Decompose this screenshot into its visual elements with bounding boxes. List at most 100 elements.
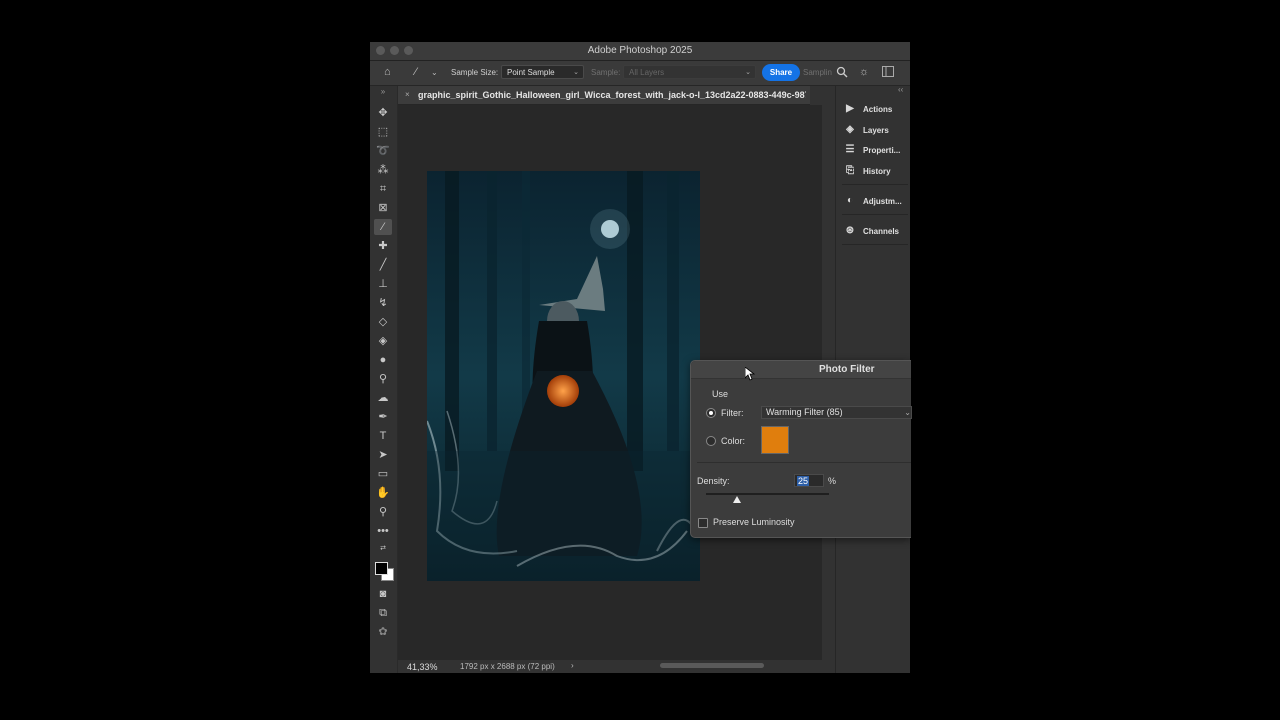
zoom-level[interactable]: 41,33% [407, 662, 438, 672]
marquee-tool-icon[interactable]: ⬚ [374, 124, 392, 140]
dialog-title: Photo Filter [819, 364, 875, 375]
density-slider-thumb[interactable] [732, 496, 741, 503]
chevron-down-icon: ⌄ [904, 408, 911, 417]
search-icon[interactable] [836, 66, 848, 81]
screen-mode-icon[interactable]: ⧉ [374, 605, 392, 621]
clone-stamp-tool-icon[interactable]: ⊥ [374, 276, 392, 292]
type-tool-icon[interactable]: T [374, 428, 392, 444]
expand-toolbar-icon[interactable]: » [374, 84, 392, 100]
density-unit: % [828, 476, 837, 486]
color-radio[interactable] [706, 436, 716, 446]
photoshop-window: Adobe Photoshop 2025 ⌂ ⁄ ⌄ Sample Size: … [370, 42, 910, 673]
panel-properties[interactable]: ☰ Properti... [844, 143, 910, 159]
sliders-icon: ☰ [845, 144, 855, 155]
document-tab[interactable]: × graphic_spirit_Gothic_Halloween_girl_W… [398, 86, 810, 105]
preserve-luminosity-checkbox[interactable] [698, 518, 708, 528]
sample-size-select[interactable]: Point Sample ⌄ [501, 65, 584, 79]
adjustments-icon: ◐ [846, 195, 854, 206]
filter-label: Filter: [721, 408, 744, 418]
close-tab-icon[interactable]: × [405, 90, 410, 99]
filter-select-value: Warming Filter (85) [766, 407, 843, 417]
crop-tool-icon[interactable]: ⌗ [374, 181, 392, 197]
sample-size-value: Point Sample [507, 68, 555, 77]
history-brush-tool-icon[interactable]: ↯ [374, 295, 392, 311]
sample-layers-select[interactable]: All Layers ⌄ [623, 65, 756, 79]
chevron-down-icon: ⌄ [745, 69, 751, 76]
panel-adjustments[interactable]: ◐ Adjustm... [844, 194, 910, 210]
collapse-panels-icon[interactable]: ‹‹ [898, 84, 903, 96]
chevron-down-icon: ⌄ [573, 69, 579, 76]
panel-properties-label: Properti... [863, 146, 901, 155]
magic-wand-tool-icon[interactable]: ⁂ [374, 162, 392, 178]
chevron-down-icon[interactable]: ⌄ [431, 67, 438, 79]
density-label: Density: [697, 476, 730, 486]
tools-panel: » ✥ ⬚ ➰ ⁂ ⌗ ⊠ ⁄ ✚ ╱ ⊥ ↯ ◇ ◈ ● ⚲ ☁ ✒ T ➤ … [370, 86, 398, 673]
panel-divider [842, 184, 908, 185]
filter-radio[interactable] [706, 408, 716, 418]
more-tools-icon[interactable]: ••• [374, 523, 392, 539]
sample-label: Sample: [591, 68, 621, 77]
dodge-tool-icon[interactable]: ⚲ [374, 371, 392, 387]
panel-layers[interactable]: ◈ Layers [844, 123, 910, 139]
sampling-label: Samplin [803, 68, 832, 77]
smudge-tool-icon[interactable]: ☁ [374, 390, 392, 406]
preserve-luminosity-label: Preserve Luminosity [713, 517, 795, 527]
eraser-tool-icon[interactable]: ◇ [374, 314, 392, 330]
dialog-divider [697, 462, 911, 463]
workspace-icon[interactable] [882, 66, 894, 80]
hand-tool-icon[interactable]: ✋ [374, 485, 392, 501]
foreground-color-swatch[interactable] [375, 562, 388, 575]
zoom-tool-icon[interactable]: ⚲ [374, 504, 392, 520]
swap-colors-icon[interactable]: ⇄ [374, 541, 392, 557]
sample-size-label: Sample Size: [451, 68, 499, 77]
channels-icon: ⊛ [845, 225, 855, 236]
panel-history-label: History [863, 167, 891, 176]
move-tool-icon[interactable]: ✥ [374, 105, 392, 121]
path-selection-tool-icon[interactable]: ➤ [374, 447, 392, 463]
home-icon[interactable]: ⌂ [384, 66, 391, 78]
color-label: Color: [721, 436, 746, 446]
density-slider-track[interactable] [706, 493, 829, 495]
sample-layers-value: All Layers [629, 68, 665, 77]
window-title: Adobe Photoshop 2025 [587, 45, 693, 56]
layers-icon: ◈ [846, 124, 854, 135]
filter-select[interactable]: Warming Filter (85) ⌄ [761, 406, 912, 419]
panel-channels[interactable]: ⊛ Channels [844, 224, 910, 240]
pen-tool-icon[interactable]: ✒ [374, 409, 392, 425]
panel-actions[interactable]: ▶ Actions [844, 102, 910, 118]
quick-mask-icon[interactable]: ◙ [374, 586, 392, 602]
dialog-title-bar[interactable]: Photo Filter [691, 361, 911, 379]
history-icon: ⎘ [846, 165, 854, 176]
lasso-tool-icon[interactable]: ➰ [374, 143, 392, 159]
eyedropper-tool-icon[interactable]: ⁄ [374, 219, 392, 235]
options-bar: ⌂ ⁄ ⌄ Sample Size: Point Sample ⌄ Sample… [370, 61, 910, 86]
color-swatch[interactable] [761, 426, 789, 454]
eyedropper-preset-icon[interactable]: ⁄ [415, 66, 417, 78]
panel-divider [842, 244, 908, 245]
panel-divider [842, 214, 908, 215]
document-dimensions: 1792 px x 2688 px (72 ppi) [460, 662, 555, 671]
share-button[interactable]: Share [762, 64, 800, 81]
play-icon: ▶ [846, 103, 854, 114]
panel-adjustments-label: Adjustm... [863, 197, 902, 206]
panel-actions-label: Actions [863, 105, 893, 114]
blur-tool-icon[interactable]: ● [374, 352, 392, 368]
document-name: graphic_spirit_Gothic_Halloween_girl_Wic… [418, 90, 806, 100]
paint-bucket-tool-icon[interactable]: ◈ [374, 333, 392, 349]
density-value: 25 [797, 476, 810, 486]
panel-history[interactable]: ⎘ History [844, 164, 910, 180]
discover-icon[interactable]: ☼ [859, 66, 869, 78]
panel-layers-label: Layers [863, 126, 889, 135]
use-label: Use [712, 389, 729, 399]
density-input[interactable]: 25 [794, 474, 824, 487]
healing-brush-tool-icon[interactable]: ✚ [374, 238, 392, 254]
generative-icon[interactable]: ✿ [374, 624, 392, 640]
chevron-right-icon[interactable]: › [571, 661, 574, 670]
frame-tool-icon[interactable]: ⊠ [374, 200, 392, 216]
document-image[interactable] [427, 171, 700, 581]
panel-channels-label: Channels [863, 227, 900, 236]
rectangle-tool-icon[interactable]: ▭ [374, 466, 392, 482]
brush-tool-icon[interactable]: ╱ [374, 257, 392, 273]
horizontal-scrollbar[interactable] [660, 663, 764, 668]
title-bar: Adobe Photoshop 2025 [370, 42, 910, 61]
